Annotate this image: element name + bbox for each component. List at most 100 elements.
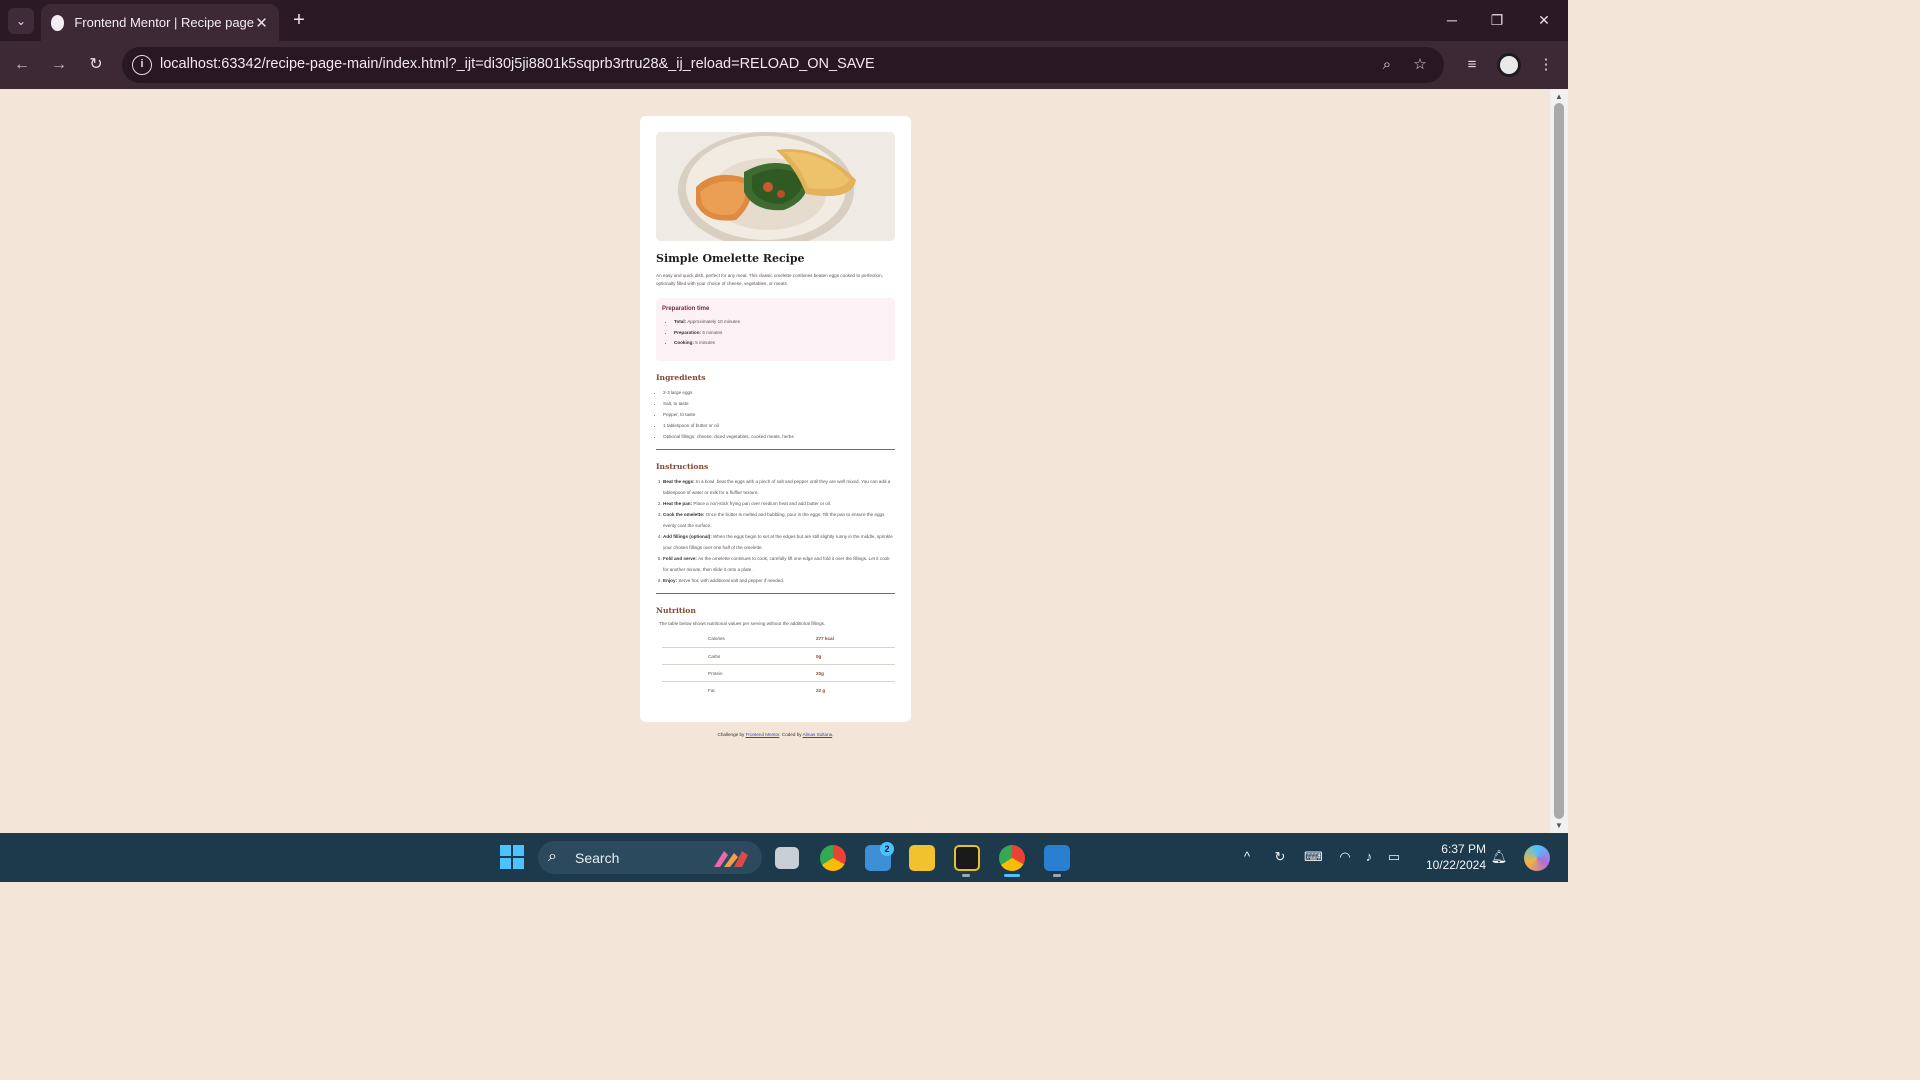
search-icon: ⌕: [548, 848, 557, 865]
table-row: Fat 22 g: [662, 682, 895, 699]
tab-favicon-icon: [51, 14, 65, 31]
tab-title: Frontend Mentor | Recipe page: [74, 15, 255, 30]
author-link[interactable]: Almas Sultana: [803, 732, 833, 737]
running-indicator: [1053, 874, 1061, 877]
restore-icon[interactable]: ❐: [1485, 8, 1509, 32]
taskbar-clock[interactable]: 6:37 PM 10/22/2024: [1416, 841, 1486, 873]
list-item: Pepper, to taste: [663, 409, 895, 420]
nutrient-label: Protein: [662, 664, 771, 682]
running-indicator: [962, 874, 970, 877]
attribution-prefix: Challenge by: [717, 732, 745, 737]
mail-count-badge: 2: [880, 842, 894, 856]
step-text: Place a non-stick frying pan over medium…: [693, 500, 832, 506]
battery-icon[interactable]: ▭: [1385, 848, 1403, 866]
scroll-down-icon[interactable]: ▼: [1554, 821, 1564, 830]
address-bar[interactable]: i localhost:63342/recipe-page-main/index…: [122, 47, 1444, 83]
clock-date: 10/22/2024: [1425, 858, 1486, 872]
step-text: Serve hot, with additional salt and pepp…: [678, 577, 785, 583]
chevron-up-icon[interactable]: ^: [1238, 848, 1256, 866]
sync-icon[interactable]: ↻: [1271, 848, 1289, 866]
recipe-intro: An easy and quick dish, perfect for any …: [656, 273, 883, 286]
wifi-icon[interactable]: ◠: [1336, 848, 1354, 866]
prep-label: Cooking:: [674, 340, 694, 345]
browser-toolbar: ← → ↻ i localhost:63342/recipe-page-main…: [0, 41, 1568, 89]
reload-icon[interactable]: ↻: [84, 53, 108, 77]
clock-time: 6:37 PM: [1441, 842, 1486, 856]
back-arrow-icon[interactable]: ←: [10, 53, 34, 77]
nutrient-value: 20g: [771, 664, 895, 682]
search-highlight-icon: [714, 851, 748, 867]
windows-taskbar: ⌕ Search ^ ↻ ⌨ ◠ ♪ ▭ 6:37 PM 10/22/2024 …: [0, 833, 1568, 882]
list-item: Beat the eggs: In a bowl, beat the eggs …: [663, 476, 895, 498]
close-window-icon[interactable]: ✕: [1532, 8, 1556, 32]
profile-avatar[interactable]: [1497, 53, 1521, 77]
zoom-magnifier-icon[interactable]: ⌕: [1377, 55, 1397, 75]
browser-tab-bar: ⌄ Frontend Mentor | Recipe page ✕ + ─ ❐ …: [0, 0, 1568, 41]
instructions-title: Instructions: [656, 461, 709, 471]
instructions-list: Beat the eggs: In a bowl, beat the eggs …: [656, 476, 895, 586]
new-tab-plus-icon[interactable]: +: [288, 8, 310, 32]
list-item: Salt, to taste: [663, 398, 895, 409]
prep-label: Preparation:: [674, 329, 702, 335]
notification-bell-icon[interactable]: 🔔︎: [1490, 848, 1508, 866]
forward-arrow-icon[interactable]: →: [47, 53, 71, 77]
prep-value: Approximately 10 minutes: [687, 319, 741, 324]
volume-icon[interactable]: ♪: [1360, 848, 1378, 866]
step-label: Fold and serve:: [663, 555, 697, 561]
step-label: Beat the eggs:: [663, 478, 695, 484]
prep-label: Total:: [674, 319, 687, 324]
list-item: Optional fillings: cheese, diced vegetab…: [663, 431, 895, 442]
divider: [656, 448, 895, 450]
minimize-icon[interactable]: ─: [1440, 8, 1464, 32]
bookmark-star-icon[interactable]: ☆: [1410, 55, 1430, 75]
nutrition-table: Calories 277 kcal Carbs 0g Protein 20g Fat 2…: [662, 630, 895, 699]
photos-icon[interactable]: [1044, 845, 1070, 871]
list-item: Cooking: 5 minutes: [674, 338, 889, 349]
site-info-icon[interactable]: i: [132, 55, 152, 75]
table-row: Protein 20g: [662, 664, 895, 682]
preparation-time-box: Preparation time Total: Approximately 10…: [656, 298, 895, 361]
divider: [656, 592, 895, 594]
step-label: Cook the omelette:: [663, 511, 705, 517]
ingredients-list: 2-3 large eggs Salt, to taste Pepper, to…: [656, 387, 895, 442]
step-text: In a bowl, beat the eggs with a pinch of…: [663, 478, 891, 495]
scrollbar-thumb[interactable]: [1554, 103, 1564, 819]
tab-close-icon[interactable]: ✕: [254, 14, 269, 32]
step-text: As the omelette continues to cook, caref…: [663, 555, 890, 572]
scroll-up-icon[interactable]: ▲: [1554, 92, 1564, 101]
frontend-mentor-link[interactable]: Frontend Mentor: [746, 732, 780, 737]
list-item: Heat the pan: Place a non-stick frying p…: [663, 498, 895, 509]
recipe-card: Simple Omelette Recipe An easy and quick…: [640, 116, 911, 722]
prep-value: 5 minutes: [695, 340, 716, 345]
menu-kebab-icon[interactable]: ⋮: [1534, 53, 1558, 77]
url-text[interactable]: localhost:63342/recipe-page-main/index.h…: [160, 56, 875, 72]
active-app-indicator: [1004, 874, 1020, 877]
list-item: Total: Approximately 10 minutes: [674, 317, 889, 328]
tab-search-dropdown-icon[interactable]: ⌄: [8, 8, 34, 34]
active-tab[interactable]: Frontend Mentor | Recipe page ✕: [41, 4, 279, 41]
webstorm-icon[interactable]: [954, 845, 980, 871]
taskbar-search-label: Search: [575, 850, 620, 866]
list-item: Fold and serve: As the omelette continue…: [663, 553, 895, 575]
copilot-icon[interactable]: [1524, 845, 1550, 871]
file-explorer-icon[interactable]: [909, 845, 935, 871]
media-controls-icon[interactable]: ≡: [1460, 53, 1484, 77]
nutrient-label: Calories: [662, 630, 771, 648]
windows-start-icon[interactable]: [500, 845, 524, 869]
vertical-scrollbar[interactable]: ▲ ▼: [1550, 89, 1568, 833]
list-item: Cook the omelette: Once the butter is me…: [663, 509, 895, 531]
step-label: Heat the pan:: [663, 500, 693, 506]
nutrient-label: Carbs: [662, 647, 771, 665]
page-viewport: Simple Omelette Recipe An easy and quick…: [0, 89, 1568, 833]
keyboard-icon[interactable]: ⌨: [1304, 848, 1323, 866]
step-label: Enjoy:: [663, 577, 678, 583]
nutrition-intro: The table below shows nutritional values…: [659, 620, 826, 626]
prep-value: 5 minutes: [702, 329, 723, 335]
table-row: Carbs 0g: [662, 647, 895, 665]
taskbar-search-box[interactable]: ⌕ Search: [538, 841, 762, 874]
step-label: Add fillings (optional):: [663, 533, 712, 539]
task-view-icon[interactable]: [775, 847, 799, 869]
attribution-suffix: .: [832, 732, 834, 737]
chrome-active-icon[interactable]: [999, 845, 1025, 871]
chrome-icon[interactable]: [820, 845, 846, 871]
